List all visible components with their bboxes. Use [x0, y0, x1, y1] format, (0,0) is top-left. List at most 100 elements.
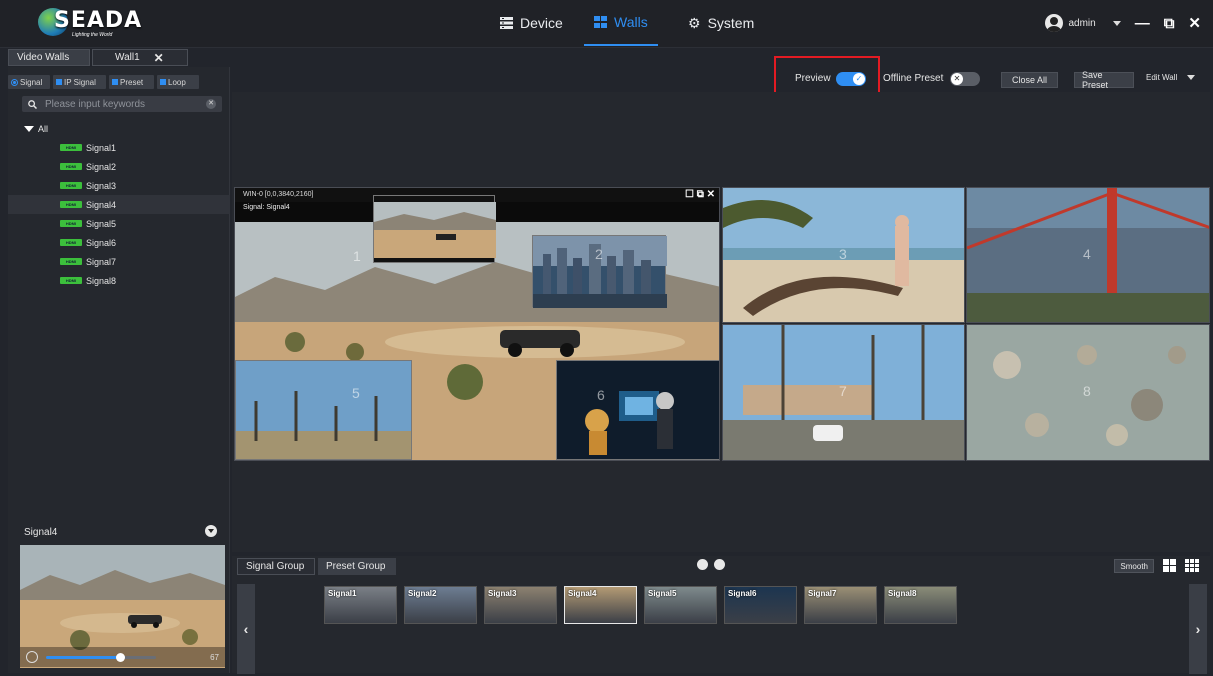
edit-wall-dropdown[interactable]: Edit Wall	[1146, 73, 1196, 82]
close-tab-icon[interactable]: ✕	[154, 51, 164, 65]
collapse-preview-icon[interactable]	[205, 525, 217, 537]
loop-icon	[160, 79, 166, 85]
preset-icon	[112, 79, 118, 85]
scroll-right-button[interactable]: ›	[1189, 584, 1207, 674]
x-icon: ✕	[951, 73, 963, 85]
offline-preset-label: Offline Preset	[883, 73, 944, 84]
tree-root-all[interactable]: All	[24, 124, 48, 134]
edit-wall-label: Edit Wall	[1146, 73, 1178, 82]
filter-signal-label: Signal	[20, 77, 43, 87]
tab-preset-group[interactable]: Preset Group	[318, 558, 396, 575]
hdmi-badge-icon: HDMI	[60, 258, 82, 265]
volume-slider[interactable]	[46, 652, 156, 662]
grid-2x2-icon[interactable]	[1163, 559, 1176, 572]
signal-thumbnail[interactable]: Signal5	[644, 586, 717, 624]
nav-system[interactable]: ⚙ System	[688, 0, 754, 46]
wall-window-1[interactable]: WIN-0 [0,0,3840,2160] ☐ ⧉ ✕ Signal: Sign…	[234, 187, 720, 461]
video-wall-canvas: WIN-0 [0,0,3840,2160] ☐ ⧉ ✕ Signal: Sign…	[232, 92, 1210, 552]
wall-screen-7[interactable]: 7	[722, 324, 965, 461]
hdmi-badge-icon: HDMI	[60, 201, 82, 208]
wall-screen-8[interactable]: 8	[966, 324, 1210, 461]
grid-3x3-icon[interactable]	[1185, 559, 1199, 572]
overlay-window-top[interactable]	[373, 195, 496, 263]
maximize-icon[interactable]: ☐	[685, 189, 694, 200]
search-icon	[28, 99, 37, 109]
signal-item[interactable]: HDMI Signal2	[8, 157, 230, 176]
signal-thumbnail[interactable]: Signal7	[804, 586, 877, 624]
overlay-window-2[interactable]: 2	[532, 235, 667, 308]
signal-list: HDMI Signal1 HDMI Signal2 HDMI Signal3 HDMI…	[8, 138, 230, 290]
signal-item[interactable]: HDMI Signal6	[8, 233, 230, 252]
user-name: admin	[1068, 17, 1096, 29]
signal-panel: Signal IP Signal Preset Loop ✕ All	[8, 67, 230, 673]
tree-root-label: All	[38, 124, 49, 134]
chevron-down-icon	[1187, 75, 1196, 80]
signal-filter-bar: Signal IP Signal Preset Loop	[8, 75, 230, 89]
overlay-window-6[interactable]: 6	[556, 360, 719, 460]
signal-item[interactable]: HDMI Signal5	[8, 214, 230, 233]
thumbnail-label: Signal3	[488, 589, 517, 598]
filter-ip-signal[interactable]: IP Signal	[53, 75, 106, 89]
signal-thumbnail[interactable]: Signal4	[564, 586, 637, 624]
window-signal: Signal: Signal4	[243, 204, 290, 211]
wall-screen-3[interactable]: 3	[722, 187, 965, 323]
signal-item[interactable]: HDMI Signal4	[8, 195, 230, 214]
nav-device[interactable]: Device	[500, 0, 563, 46]
hdmi-badge-icon: HDMI	[60, 163, 82, 170]
filter-loop[interactable]: Loop	[157, 75, 199, 89]
speaker-icon[interactable]	[26, 651, 38, 663]
tab-wall1[interactable]: Wall1 ✕	[92, 49, 188, 66]
signal-item[interactable]: HDMI Signal3	[8, 176, 230, 195]
signal-item[interactable]: HDMI Signal1	[8, 138, 230, 157]
expand-up-icon[interactable]	[714, 559, 725, 570]
hdmi-badge-icon: HDMI	[60, 182, 82, 189]
wall-toolbar: Preview ✓ Offline Preset ✕ Close All Sav…	[232, 67, 1210, 92]
user-menu[interactable]: admin	[1045, 14, 1121, 32]
restore-icon[interactable]: ⧉	[697, 189, 704, 200]
signal-item[interactable]: HDMI Signal7	[8, 252, 230, 271]
ip-signal-icon	[56, 79, 62, 85]
close-all-button[interactable]: Close All	[1001, 72, 1058, 88]
signal-item-label: Signal1	[86, 142, 117, 153]
overlay-window-5[interactable]: 5	[235, 360, 412, 460]
device-icon	[500, 17, 513, 29]
scroll-left-button[interactable]: ‹	[237, 584, 255, 674]
volume-knob[interactable]	[115, 652, 125, 662]
window-controls: ☐ ⧉ ✕	[685, 188, 715, 202]
close-icon[interactable]: ✕	[707, 189, 715, 200]
tab-video-walls[interactable]: Video Walls	[8, 49, 90, 66]
filter-ip-signal-label: IP Signal	[64, 77, 96, 87]
user-area: admin — ⧉ ✕	[1045, 8, 1201, 38]
save-preset-button[interactable]: Save Preset	[1074, 70, 1134, 90]
signal-thumbnail[interactable]: Signal6	[724, 586, 797, 624]
restore-icon[interactable]: ⧉	[1164, 15, 1175, 32]
thumbnail-label: Signal4	[568, 589, 597, 598]
tab-signal-group[interactable]: Signal Group	[237, 558, 315, 575]
filter-signal[interactable]: Signal	[8, 75, 50, 89]
wall-screen-4[interactable]: 4	[966, 187, 1210, 323]
screen-number: 6	[597, 387, 605, 403]
close-icon[interactable]: ✕	[1188, 14, 1201, 32]
signal-item-label: Signal2	[86, 161, 117, 172]
signal-item-label: Signal4	[86, 199, 117, 210]
signal-item-label: Signal5	[86, 218, 117, 229]
smooth-button[interactable]: Smooth	[1114, 559, 1154, 573]
tab-row: Video Walls Wall1 ✕	[8, 49, 1213, 67]
screen-number: 5	[352, 385, 360, 401]
collapse-down-icon[interactable]	[697, 559, 708, 570]
search-input[interactable]	[37, 98, 206, 110]
clear-search-icon[interactable]: ✕	[206, 99, 216, 109]
filter-preset[interactable]: Preset	[109, 75, 154, 89]
seada-logo: SEADA Lighting the World	[38, 6, 141, 38]
offline-preset-toggle[interactable]: ✕	[950, 72, 980, 86]
signal-thumbnail[interactable]: Signal8	[884, 586, 957, 624]
nav-walls[interactable]: Walls	[584, 0, 658, 46]
signal-item-label: Signal8	[86, 275, 117, 286]
minimize-icon[interactable]: —	[1135, 15, 1150, 32]
volume-bar: 67	[20, 647, 225, 667]
signal-thumbnail[interactable]: Signal1	[324, 586, 397, 624]
signal-thumbnail[interactable]: Signal3	[484, 586, 557, 624]
app-window: SEADA Lighting the World Device Walls ⚙ …	[0, 0, 1213, 676]
signal-thumbnail[interactable]: Signal2	[404, 586, 477, 624]
signal-item[interactable]: HDMI Signal8	[8, 271, 230, 290]
